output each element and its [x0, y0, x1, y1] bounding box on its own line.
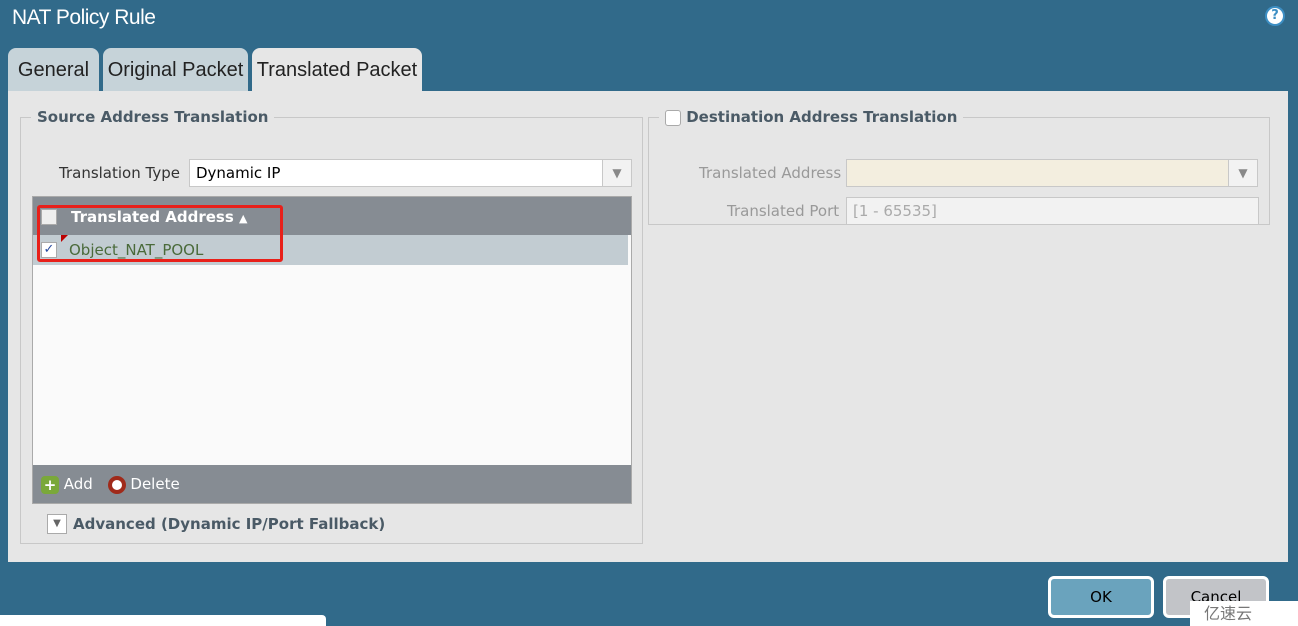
ok-button[interactable]: OK — [1048, 576, 1154, 618]
destination-legend-text: Destination Address Translation — [686, 108, 958, 126]
delete-button[interactable]: Delete — [130, 475, 179, 493]
translated-port-input[interactable]: [1 - 65535] — [846, 197, 1259, 225]
source-legend: Source Address Translation — [37, 108, 269, 126]
destination-address-translation: Destination Address Translation Translat… — [648, 108, 1270, 225]
translated-port-label: Translated Port — [727, 202, 840, 220]
expand-chevron-icon[interactable]: ▼ — [47, 514, 67, 534]
tab-original-packet[interactable]: Original Packet — [103, 48, 248, 92]
destination-legend: Destination Address Translation — [659, 108, 963, 126]
add-icon[interactable]: + — [41, 475, 59, 494]
watermark: 亿速云 — [1190, 601, 1298, 626]
source-address-translation: Source Address Translation Translation T… — [20, 108, 643, 544]
translated-address-label: Translated Address — [699, 164, 842, 182]
bottom-bar — [0, 615, 326, 626]
delete-icon[interactable] — [107, 475, 126, 494]
destination-checkbox[interactable] — [665, 109, 681, 126]
dialog-title: NAT Policy Rule — [12, 6, 156, 29]
grid-toolbar: + Add Delete — [33, 465, 631, 503]
chevron-down-icon[interactable]: ▼ — [1228, 159, 1258, 187]
help-icon[interactable]: ? — [1265, 6, 1285, 26]
translation-type-label: Translation Type — [59, 164, 180, 182]
tab-translated-packet[interactable]: Translated Packet — [252, 48, 422, 93]
add-button[interactable]: Add — [64, 475, 93, 493]
advanced-section-toggle[interactable]: Advanced (Dynamic IP/Port Fallback) — [73, 515, 385, 533]
translation-type-select[interactable]: Dynamic IP — [189, 159, 603, 187]
translated-address-select[interactable] — [846, 159, 1229, 187]
highlight-annotation — [37, 205, 283, 262]
tab-general[interactable]: General — [8, 48, 99, 92]
tab-panel: Source Address Translation Translation T… — [8, 91, 1288, 562]
chevron-down-icon[interactable]: ▼ — [602, 159, 632, 187]
